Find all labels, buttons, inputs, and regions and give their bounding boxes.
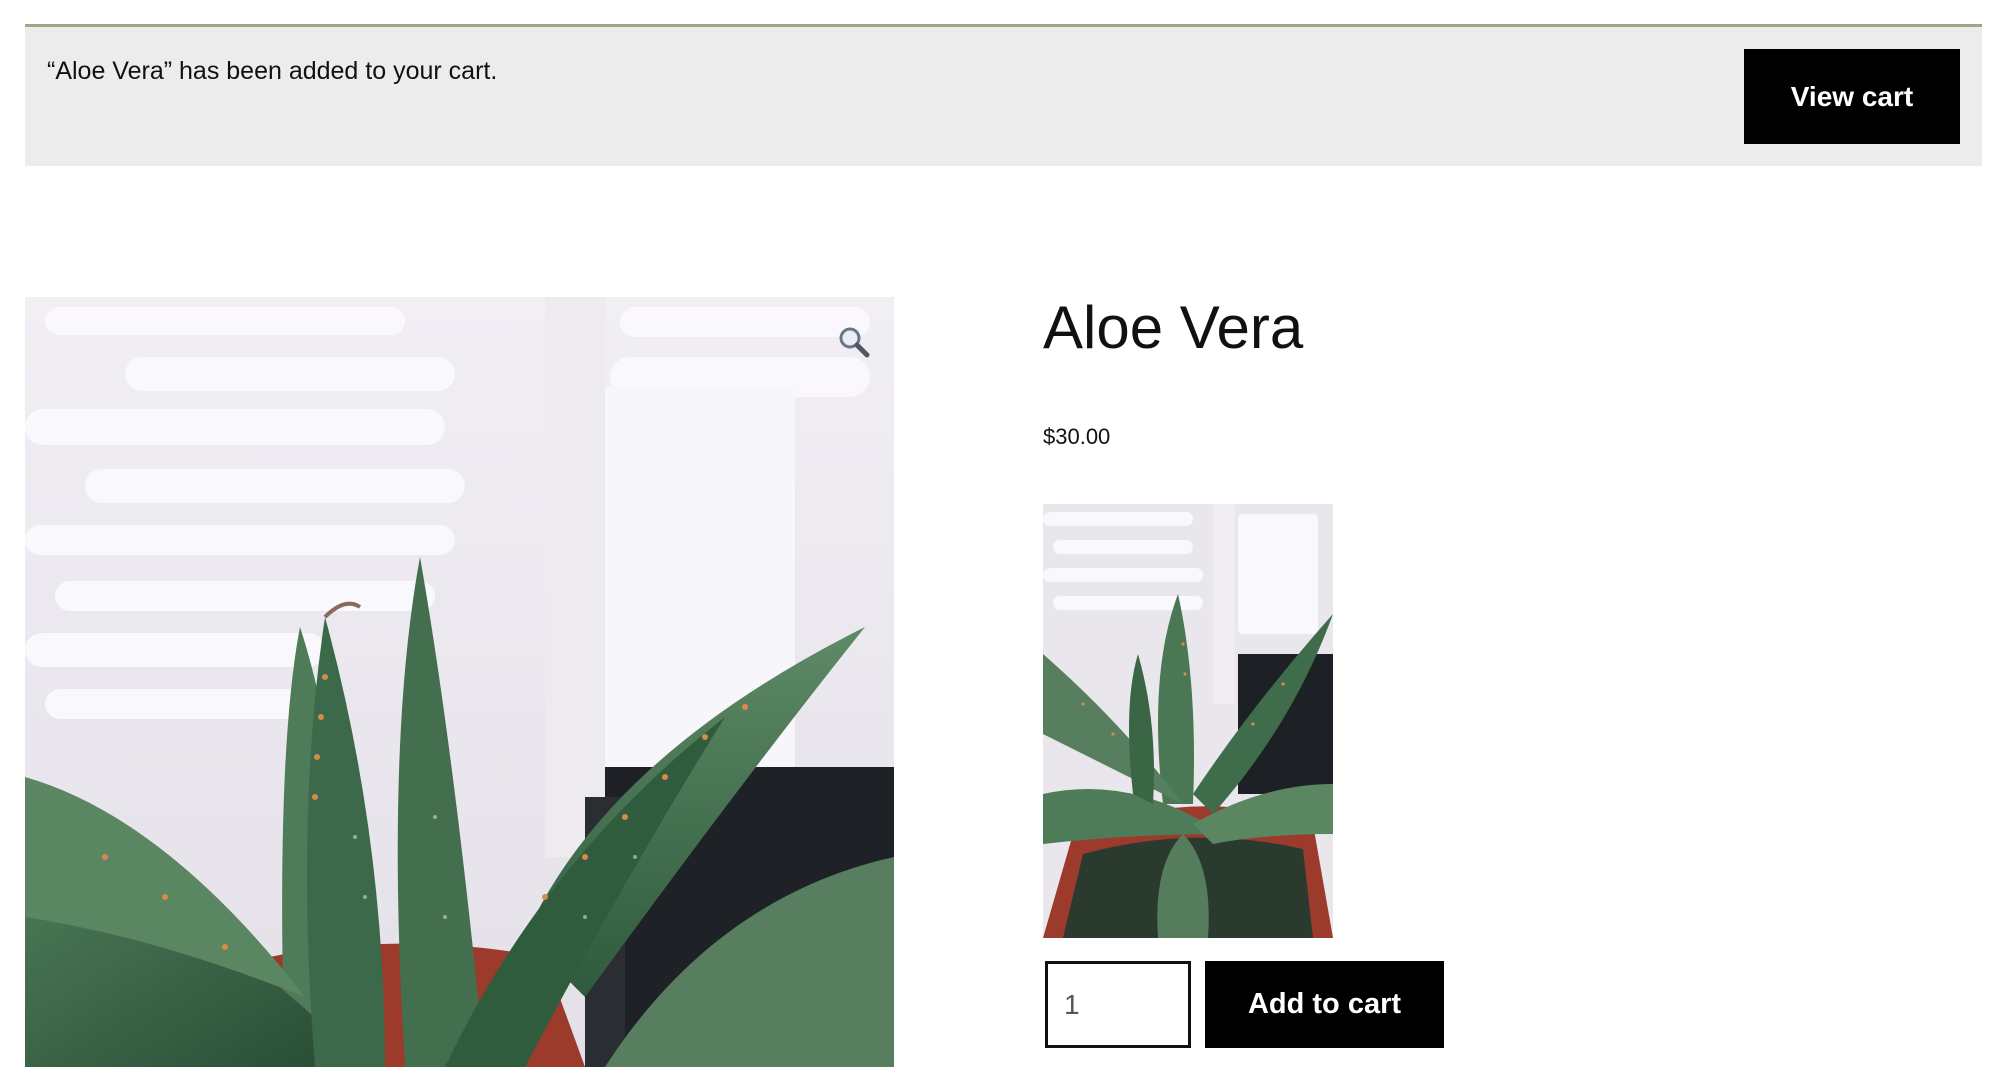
cart-notice-banner: “Aloe Vera” has been added to your cart.… [25, 24, 1982, 166]
product-main-image[interactable] [25, 297, 894, 1067]
product-title: Aloe Vera [1043, 294, 1304, 361]
view-cart-button[interactable]: View cart [1744, 49, 1960, 144]
product-thumbnail-image[interactable] [1043, 504, 1333, 938]
quantity-input[interactable] [1045, 961, 1191, 1048]
cart-notice-message: “Aloe Vera” has been added to your cart. [47, 57, 498, 85]
product-price: $30.00 [1043, 424, 1111, 449]
magnifier-zoom-icon[interactable] [836, 324, 872, 360]
add-to-cart-button[interactable]: Add to cart [1205, 961, 1444, 1048]
